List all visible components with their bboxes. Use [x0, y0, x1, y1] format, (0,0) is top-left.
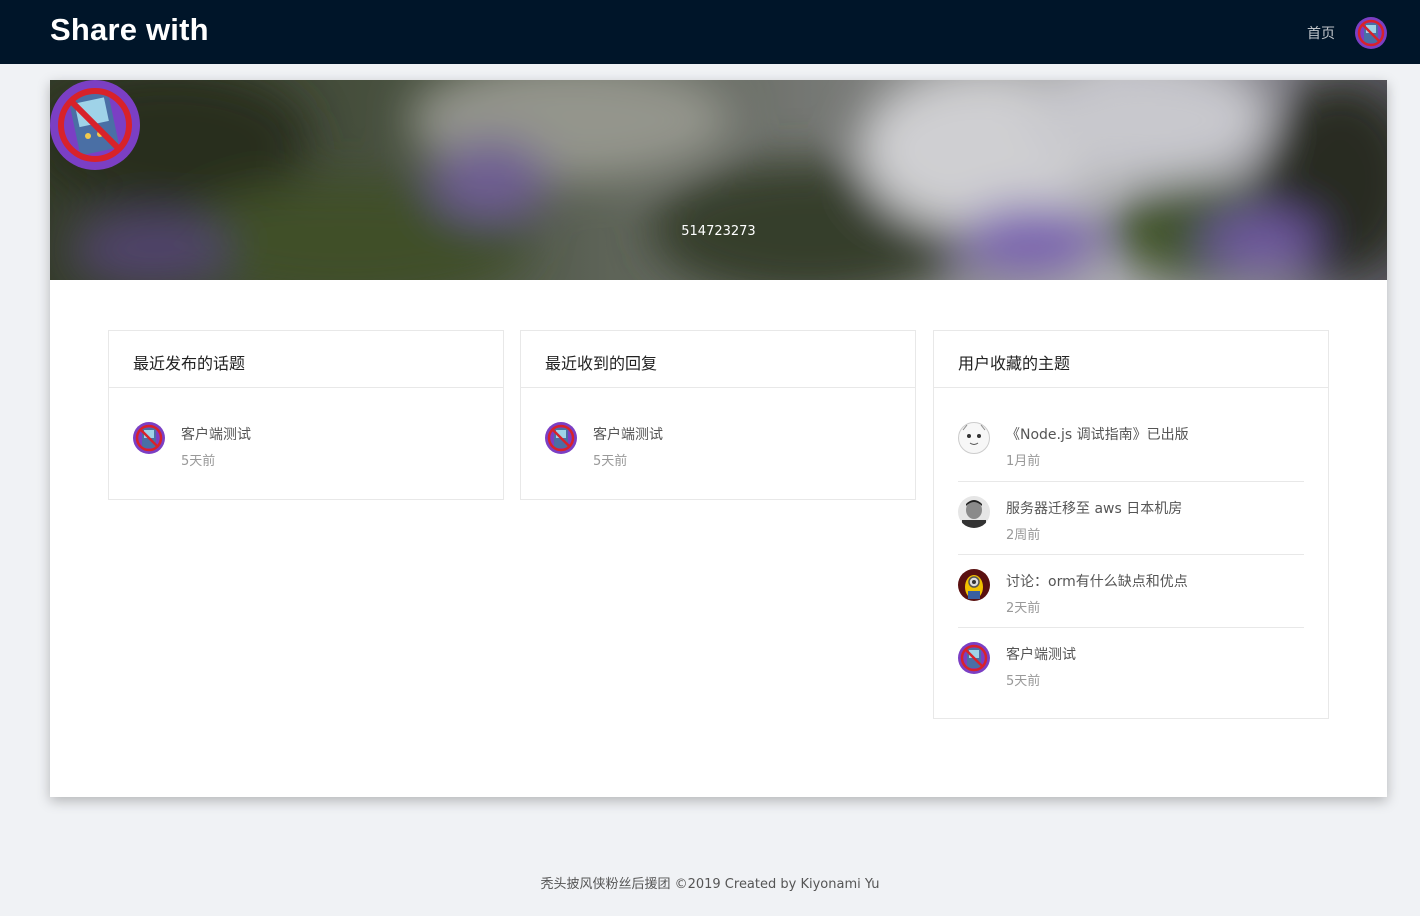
profile-username: 514723273: [681, 224, 756, 239]
fav-topic-title-link[interactable]: 讨论：orm有什么缺点和优点: [1006, 571, 1188, 591]
minion-avatar[interactable]: [958, 569, 990, 601]
profile-avatar: [50, 80, 140, 170]
list-item: 客户端测试 5天前: [958, 627, 1304, 700]
reply-topic-title-link[interactable]: 客户端测试: [593, 424, 663, 444]
recent-replies-panel: 最近收到的回复 客户端测试 5天前: [520, 330, 916, 500]
nav-home-link[interactable]: 首页: [1307, 23, 1335, 43]
author-avatar[interactable]: [133, 422, 165, 454]
favorite-topics-panel: 用户收藏的主题 《Node.js 调试指南》已出版 1月前 服务器迁移至 aws…: [933, 330, 1329, 719]
author-avatar[interactable]: [545, 422, 577, 454]
banner-background-image: [50, 80, 1387, 280]
list-item: 服务器迁移至 aws 日本机房 2周前: [958, 481, 1304, 554]
footer-text: 秃头披风侠粉丝后援团 ©2019 Created by Kiyonami Yu: [540, 877, 880, 892]
cartoon-face-avatar[interactable]: [958, 422, 990, 454]
portrait-avatar[interactable]: [958, 496, 990, 528]
fav-topic-time: 1月前: [1006, 454, 1041, 469]
panel-title: 最近收到的回复: [521, 331, 915, 388]
profile-card: 514723273 最近发布的话题 客户端测试 5天前 最近收到的回复 客户端测…: [50, 80, 1387, 797]
fav-topic-title-link[interactable]: 客户端测试: [1006, 644, 1076, 664]
fav-topic-title-link[interactable]: 服务器迁移至 aws 日本机房: [1006, 498, 1182, 518]
list-item: 客户端测试 5天前: [133, 408, 479, 481]
topic-title-link[interactable]: 客户端测试: [181, 424, 251, 444]
fav-topic-title-link[interactable]: 《Node.js 调试指南》已出版: [1006, 424, 1189, 444]
brand-logo-text[interactable]: Share with: [50, 12, 209, 48]
top-navbar: Share with 首页: [0, 0, 1420, 64]
recent-topics-panel: 最近发布的话题 客户端测试 5天前: [108, 330, 504, 500]
profile-banner: 514723273: [50, 80, 1387, 280]
fav-topic-time: 2周前: [1006, 528, 1041, 543]
fav-topic-time: 5天前: [1006, 674, 1041, 689]
user-avatar-menu[interactable]: [1355, 17, 1387, 49]
panel-title: 用户收藏的主题: [934, 331, 1328, 388]
reply-time: 5天前: [593, 454, 628, 469]
topic-time: 5天前: [181, 454, 216, 469]
list-item: 客户端测试 5天前: [545, 408, 891, 481]
panel-title: 最近发布的话题: [109, 331, 503, 388]
fav-topic-time: 2天前: [1006, 601, 1041, 616]
list-item: 讨论：orm有什么缺点和优点 2天前: [958, 554, 1304, 627]
crossed-device-avatar[interactable]: [958, 642, 990, 674]
list-item: 《Node.js 调试指南》已出版 1月前: [958, 408, 1304, 481]
